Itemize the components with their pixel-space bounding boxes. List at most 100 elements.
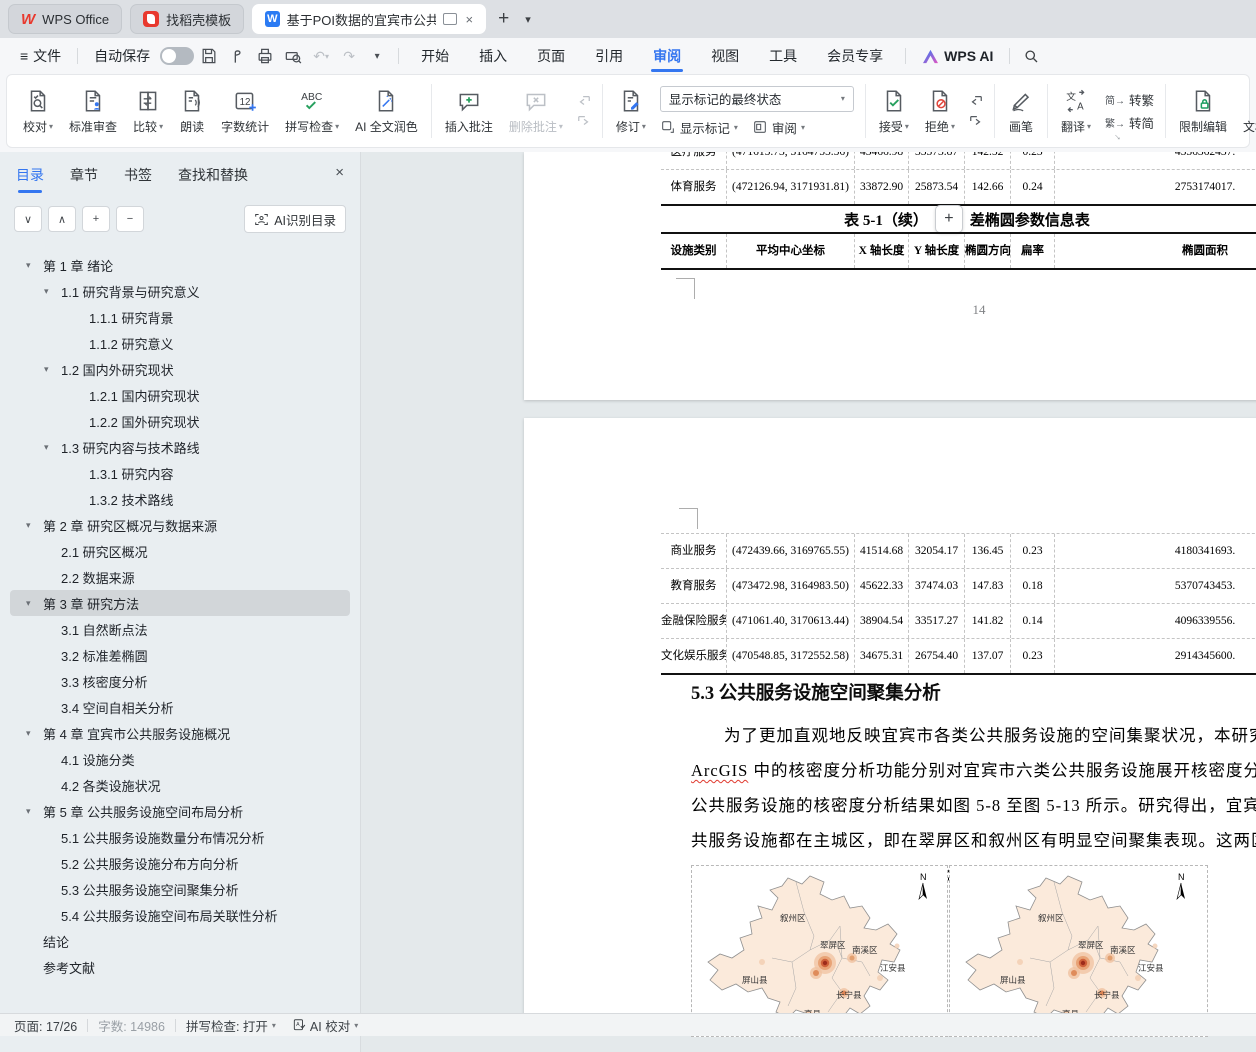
review-pane-button[interactable]: 审阅▾ bbox=[752, 118, 805, 137]
toc-item[interactable]: 5.3 公共服务设施空间聚集分析 bbox=[10, 876, 350, 902]
previous-revision-icon[interactable] bbox=[967, 94, 985, 108]
word-count-button[interactable]: 12 字数统计 bbox=[213, 88, 277, 135]
next-comment-icon[interactable] bbox=[575, 114, 593, 128]
toc-item[interactable]: 1.3.1 研究内容 bbox=[10, 460, 350, 486]
expand-triangle-icon[interactable]: ▾ bbox=[26, 260, 36, 271]
toc-item[interactable]: 3.4 空间自相关分析 bbox=[10, 694, 350, 720]
page-indicator[interactable]: 页面: 17/26 bbox=[14, 1016, 77, 1035]
toc-item[interactable]: ▾第 1 章 绪论 bbox=[10, 252, 350, 278]
wps-ai-button[interactable]: WPS AI bbox=[914, 48, 1001, 64]
toc-item[interactable]: 2.1 研究区概况 bbox=[10, 538, 350, 564]
expand-triangle-icon[interactable]: ▾ bbox=[26, 806, 36, 817]
tab-docer-templates[interactable]: 找稻壳模板 bbox=[130, 4, 244, 34]
menu-tab-tools[interactable]: 工具 bbox=[755, 38, 811, 74]
search-icon[interactable] bbox=[1018, 43, 1044, 69]
ink-brush-button[interactable]: 画笔 bbox=[1000, 88, 1042, 135]
sidebar-tab-toc[interactable]: 目录 bbox=[16, 165, 44, 193]
track-changes-button[interactable]: 修订▾ bbox=[608, 88, 654, 135]
toc-item[interactable]: 3.1 自然断点法 bbox=[10, 616, 350, 642]
expand-triangle-icon[interactable]: ▾ bbox=[44, 286, 54, 297]
menu-tab-member[interactable]: 会员专享 bbox=[813, 38, 897, 74]
sidebar-tab-bookmarks[interactable]: 书签 bbox=[124, 165, 152, 193]
toc-item[interactable]: 2.2 数据来源 bbox=[10, 564, 350, 590]
close-tab-icon[interactable]: × bbox=[466, 12, 474, 27]
toc-item[interactable]: ▾1.1 研究背景与研究意义 bbox=[10, 278, 350, 304]
word-count-indicator[interactable]: 字数: 14986 bbox=[98, 1016, 165, 1035]
delete-comment-button[interactable]: 删除批注▾ bbox=[501, 88, 571, 135]
to-traditional-button[interactable]: 简→ 转繁 bbox=[1105, 90, 1154, 109]
menu-tab-reference[interactable]: 引用 bbox=[581, 38, 637, 74]
translate-button[interactable]: 文 A 翻译▾ bbox=[1053, 88, 1099, 135]
toc-item[interactable]: 3.2 标准差椭圆 bbox=[10, 642, 350, 668]
toc-expand-down-button[interactable]: ∨ bbox=[14, 206, 42, 232]
expand-triangle-icon[interactable]: ▾ bbox=[44, 364, 54, 375]
markup-state-select[interactable]: 显示标记的最终状态▾ bbox=[660, 86, 854, 112]
toc-item[interactable]: 结论 bbox=[10, 928, 350, 954]
sidebar-close-icon[interactable]: × bbox=[335, 164, 344, 181]
toc-item[interactable]: 5.2 公共服务设施分布方向分析 bbox=[10, 850, 350, 876]
document-encrypt-button[interactable]: 文档加密 bbox=[1235, 88, 1256, 135]
toc-item[interactable]: ▾第 5 章 公共服务设施空间布局分析 bbox=[10, 798, 350, 824]
compare-button[interactable]: 比较▾ bbox=[125, 88, 171, 135]
proofread-button[interactable]: 校对▾ bbox=[15, 88, 61, 135]
toc-item[interactable]: 1.1.1 研究背景 bbox=[10, 304, 350, 330]
reject-revision-button[interactable]: 拒绝▾ bbox=[917, 88, 963, 135]
standard-review-button[interactable]: 标准审查 bbox=[61, 88, 125, 135]
toc-item[interactable]: 1.3.2 技术路线 bbox=[10, 486, 350, 512]
save-icon[interactable] bbox=[196, 43, 222, 69]
read-aloud-button[interactable]: 朗读 bbox=[171, 88, 213, 135]
menu-tab-insert[interactable]: 插入 bbox=[465, 38, 521, 74]
autosave-toggle[interactable] bbox=[160, 47, 194, 65]
toc-item[interactable]: 5.4 公共服务设施空间布局关联性分析 bbox=[10, 902, 350, 928]
toc-item[interactable]: ▾1.3 研究内容与技术路线 bbox=[10, 434, 350, 460]
menu-tab-home[interactable]: 开始 bbox=[407, 38, 463, 74]
ai-proofread-status[interactable]: A AI 校对▾ bbox=[292, 1016, 358, 1035]
toc-collapse-up-button[interactable]: ∧ bbox=[48, 206, 76, 232]
insert-comment-button[interactable]: 插入批注 bbox=[437, 88, 501, 135]
spell-check-button[interactable]: ABC 拼写检查▾ bbox=[277, 88, 347, 135]
tab-active-document[interactable]: W 基于POI数据的宜宾市公共服 × bbox=[252, 4, 486, 34]
toc-item[interactable]: 4.1 设施分类 bbox=[10, 746, 350, 772]
sidebar-tab-find-replace[interactable]: 查找和替换 bbox=[178, 165, 248, 193]
menu-tab-page[interactable]: 页面 bbox=[523, 38, 579, 74]
restrict-editing-button[interactable]: 限制编辑 bbox=[1171, 88, 1235, 135]
toc-item[interactable]: 5.1 公共服务设施数量分布情况分析 bbox=[10, 824, 350, 850]
expand-triangle-icon[interactable]: ▾ bbox=[44, 442, 54, 453]
toc-item[interactable]: ▾第 3 章 研究方法 bbox=[10, 590, 350, 616]
spellcheck-status[interactable]: 拼写检查: 打开▾ bbox=[186, 1016, 276, 1035]
quickbar-more-icon[interactable]: ▾ bbox=[364, 43, 390, 69]
new-tab-button[interactable]: + bbox=[494, 8, 513, 30]
next-revision-icon[interactable] bbox=[967, 114, 985, 128]
previous-comment-icon[interactable] bbox=[575, 94, 593, 108]
toc-zoom-out-button[interactable]: − bbox=[116, 206, 144, 232]
export-pdf-icon[interactable] bbox=[224, 43, 250, 69]
expand-triangle-icon[interactable]: ▾ bbox=[26, 728, 36, 739]
show-markup-button[interactable]: 显示标记▾ bbox=[660, 118, 738, 137]
toc-item[interactable]: 1.2.1 国内研究现状 bbox=[10, 382, 350, 408]
toc-zoom-in-button[interactable]: + bbox=[82, 206, 110, 232]
ai-polish-button[interactable]: AI 全文润色 bbox=[347, 88, 426, 135]
print-icon[interactable] bbox=[252, 43, 278, 69]
tab-list-dropdown-icon[interactable]: ▾ bbox=[521, 13, 535, 26]
toc-item[interactable]: ▾1.2 国内外研究现状 bbox=[10, 356, 350, 382]
tab-wps-home[interactable]: W WPS Office bbox=[8, 4, 122, 34]
ai-recognize-toc-button[interactable]: AI识别目录 bbox=[244, 205, 346, 233]
toc-item[interactable]: ▾第 2 章 研究区概况与数据来源 bbox=[10, 512, 350, 538]
toc-item[interactable]: 1.2.2 国外研究现状 bbox=[10, 408, 350, 434]
to-simplified-button[interactable]: 繁→ 转简 bbox=[1105, 113, 1154, 132]
print-preview-icon[interactable] bbox=[280, 43, 306, 69]
toc-item[interactable]: ▾第 4 章 宜宾市公共服务设施概况 bbox=[10, 720, 350, 746]
table-plus-button[interactable]: + bbox=[935, 205, 963, 233]
toc-item[interactable]: 4.2 各类设施状况 bbox=[10, 772, 350, 798]
expand-triangle-icon[interactable]: ▾ bbox=[26, 520, 36, 531]
menu-tab-review[interactable]: 审阅 bbox=[639, 38, 695, 74]
toc-item[interactable]: 参考文献 bbox=[10, 954, 350, 980]
file-menu[interactable]: ≡ 文件 bbox=[12, 46, 69, 66]
expand-triangle-icon[interactable]: ▾ bbox=[26, 598, 36, 609]
accept-revision-button[interactable]: 接受▾ bbox=[871, 88, 917, 135]
undo-icon[interactable]: ↶▾ bbox=[308, 43, 334, 69]
present-mode-icon[interactable] bbox=[443, 13, 457, 25]
sidebar-tab-chapters[interactable]: 章节 bbox=[70, 165, 98, 193]
redo-icon[interactable]: ↷ bbox=[336, 43, 362, 69]
toc-item[interactable]: 1.1.2 研究意义 bbox=[10, 330, 350, 356]
